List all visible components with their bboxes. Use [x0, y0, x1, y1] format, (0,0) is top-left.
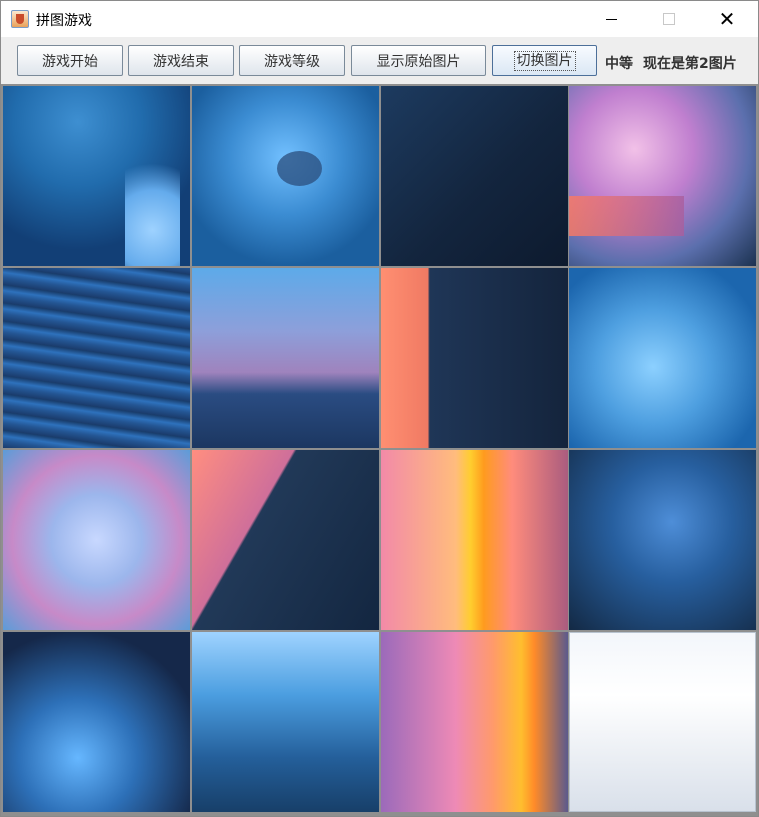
- switch-image-button[interactable]: 切换图片: [492, 45, 597, 76]
- current-image-status: 现在是第2图片: [643, 56, 737, 72]
- java-app-icon: [11, 10, 29, 28]
- minimize-icon: [605, 18, 617, 20]
- puzzle-tile[interactable]: [3, 86, 190, 266]
- show-original-image-button[interactable]: 显示原始图片: [351, 45, 486, 76]
- puzzle-grid: [1, 84, 758, 816]
- title-bar[interactable]: 拼图游戏 ✕: [1, 1, 758, 37]
- puzzle-tile[interactable]: [3, 268, 190, 448]
- puzzle-tile[interactable]: [569, 450, 756, 630]
- puzzle-tile[interactable]: [381, 632, 568, 812]
- toolbar: 游戏开始 游戏结束 游戏等级 显示原始图片 切换图片 中等 现在是第2图片: [1, 37, 758, 84]
- puzzle-tile[interactable]: [569, 268, 756, 448]
- puzzle-tile[interactable]: [192, 632, 379, 812]
- empty-puzzle-slot[interactable]: [569, 632, 756, 812]
- difficulty-status: 中等: [605, 56, 633, 72]
- window-title: 拼图游戏: [36, 13, 92, 29]
- maximize-button[interactable]: [646, 1, 692, 37]
- close-button[interactable]: ✕: [704, 1, 750, 37]
- puzzle-tile[interactable]: [381, 268, 568, 448]
- puzzle-tile[interactable]: [569, 86, 756, 266]
- puzzle-tile[interactable]: [192, 86, 379, 266]
- maximize-icon: [663, 13, 675, 25]
- puzzle-tile[interactable]: [192, 450, 379, 630]
- start-game-button[interactable]: 游戏开始: [17, 45, 123, 76]
- puzzle-tile[interactable]: [192, 268, 379, 448]
- puzzle-tile[interactable]: [381, 86, 568, 266]
- close-icon: ✕: [718, 7, 736, 31]
- puzzle-game-window: 拼图游戏 ✕ 游戏开始 游戏结束 游戏等级 显示原始图片 切换图片 中等 现在是…: [0, 0, 759, 817]
- minimize-button[interactable]: [588, 1, 634, 37]
- puzzle-tile[interactable]: [3, 632, 190, 812]
- puzzle-tile[interactable]: [3, 450, 190, 630]
- puzzle-tile[interactable]: [381, 450, 568, 630]
- switch-image-label: 切换图片: [513, 50, 576, 71]
- end-game-button[interactable]: 游戏结束: [128, 45, 234, 76]
- game-level-button[interactable]: 游戏等级: [239, 45, 345, 76]
